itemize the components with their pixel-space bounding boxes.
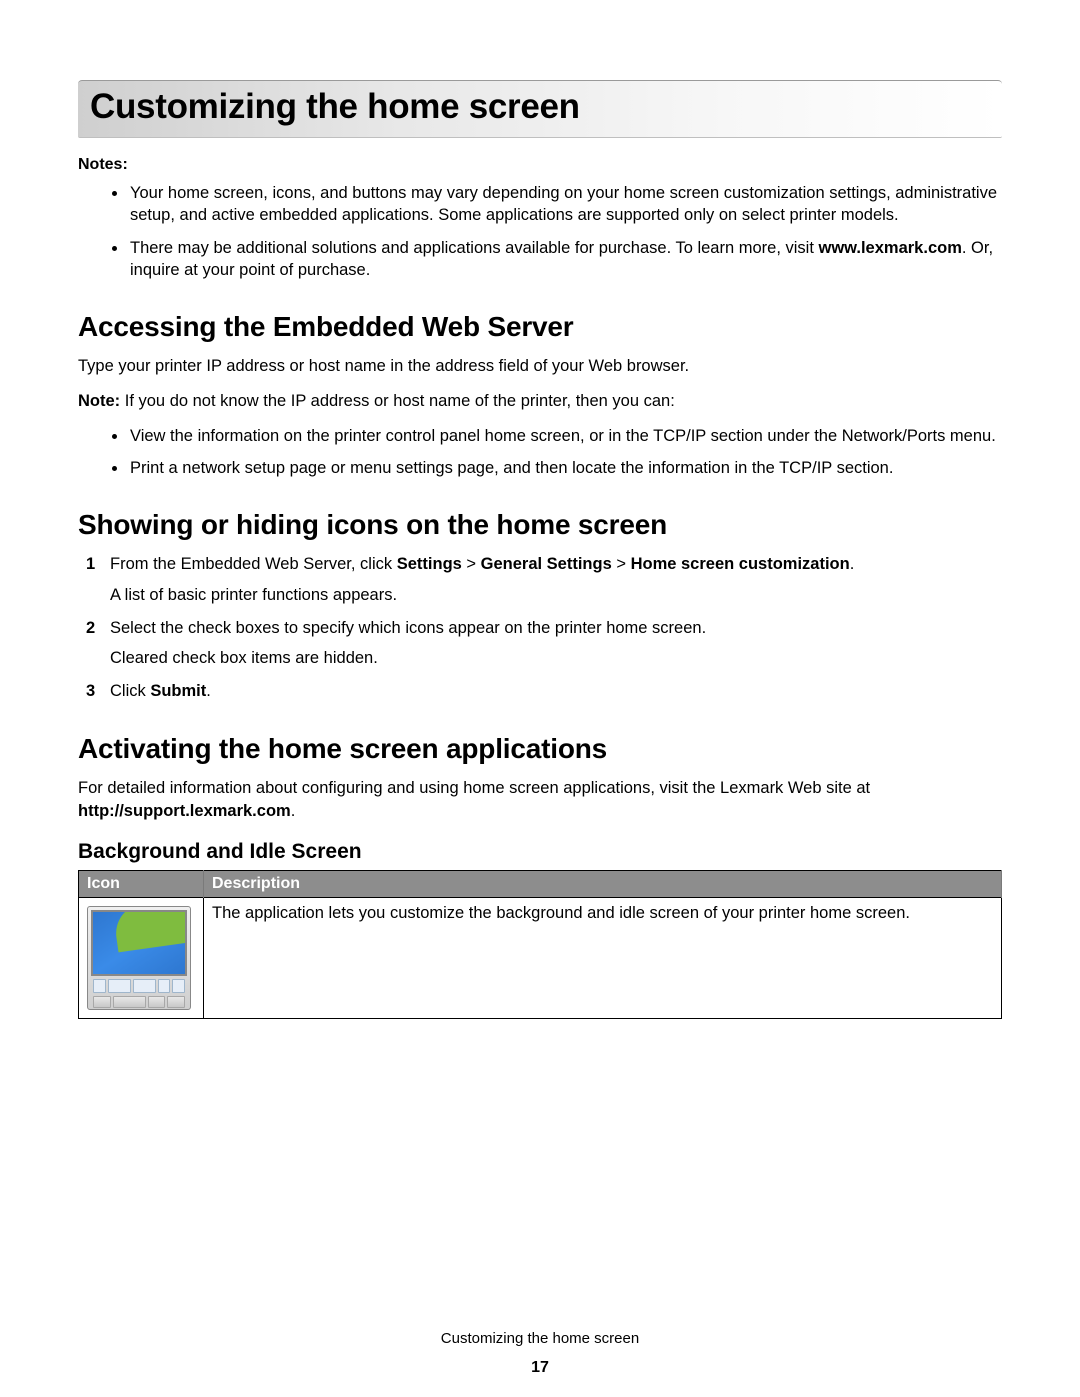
- section-heading-activating-apps: Activating the home screen applications: [78, 733, 1002, 765]
- subsection-heading-background-idle: Background and Idle Screen: [78, 840, 1002, 864]
- numbered-list: From the Embedded Web Server, click Sett…: [78, 553, 1002, 703]
- step-item: Click Submit.: [110, 680, 1002, 703]
- icon-cell: [79, 898, 204, 1019]
- bullet-item: View the information on the printer cont…: [128, 425, 1002, 447]
- text: >: [462, 555, 481, 573]
- page-number: 17: [0, 1359, 1080, 1377]
- description-cell: The application lets you customize the b…: [204, 898, 1002, 1019]
- text: >: [612, 555, 631, 573]
- button-name: Submit: [150, 682, 206, 700]
- note-paragraph: Note: If you do not know the IP address …: [78, 390, 1002, 413]
- menu-path-part: Settings: [397, 555, 462, 573]
- th-description: Description: [204, 871, 1002, 898]
- text: .: [850, 555, 855, 573]
- th-icon: Icon: [79, 871, 204, 898]
- section-heading-accessing-ews: Accessing the Embedded Web Server: [78, 311, 1002, 343]
- printer-button-row-icon: [91, 979, 187, 993]
- notes-item: Your home screen, icons, and buttons may…: [128, 182, 1002, 227]
- text: .: [291, 802, 296, 820]
- printer-display-icon: [87, 906, 191, 1010]
- text: There may be additional solutions and ap…: [130, 239, 819, 257]
- menu-path-part: Home screen customization: [631, 555, 850, 573]
- bullet-item: Print a network setup page or menu setti…: [128, 457, 1002, 479]
- bullet-list: View the information on the printer cont…: [78, 425, 1002, 480]
- link-text: www.lexmark.com: [819, 239, 962, 257]
- step-item: Select the check boxes to specify which …: [110, 617, 1002, 671]
- step-note: Cleared check box items are hidden.: [110, 647, 1002, 670]
- notes-list: Your home screen, icons, and buttons may…: [78, 182, 1002, 281]
- text: Click: [110, 682, 150, 700]
- text: For detailed information about configuri…: [78, 779, 870, 797]
- icon-description-table: Icon Description The appl: [78, 870, 1002, 1019]
- menu-path-part: General Settings: [481, 555, 612, 573]
- step-note: A list of basic printer functions appear…: [110, 584, 1002, 607]
- footer-text: Customizing the home screen: [0, 1330, 1080, 1347]
- chapter-title-bar: Customizing the home screen: [78, 80, 1002, 138]
- section-heading-showing-hiding-icons: Showing or hiding icons on the home scre…: [78, 509, 1002, 541]
- note-prefix: Note:: [78, 392, 120, 410]
- paragraph: For detailed information about configuri…: [78, 777, 1002, 823]
- printer-tray-icon: [91, 996, 187, 1008]
- document-page: Customizing the home screen Notes: Your …: [0, 0, 1080, 1397]
- notes-label: Notes:: [78, 156, 1002, 174]
- paragraph: Type your printer IP address or host nam…: [78, 355, 1002, 378]
- link-text: http://support.lexmark.com: [78, 802, 291, 820]
- chapter-title: Customizing the home screen: [90, 87, 990, 127]
- text: From the Embedded Web Server, click: [110, 555, 397, 573]
- table-row: The application lets you customize the b…: [79, 898, 1002, 1019]
- step-item: From the Embedded Web Server, click Sett…: [110, 553, 1002, 607]
- text: .: [206, 682, 211, 700]
- text: If you do not know the IP address or hos…: [120, 392, 675, 410]
- text: Select the check boxes to specify which …: [110, 619, 706, 637]
- notes-item: There may be additional solutions and ap…: [128, 237, 1002, 282]
- printer-screen-icon: [91, 910, 187, 976]
